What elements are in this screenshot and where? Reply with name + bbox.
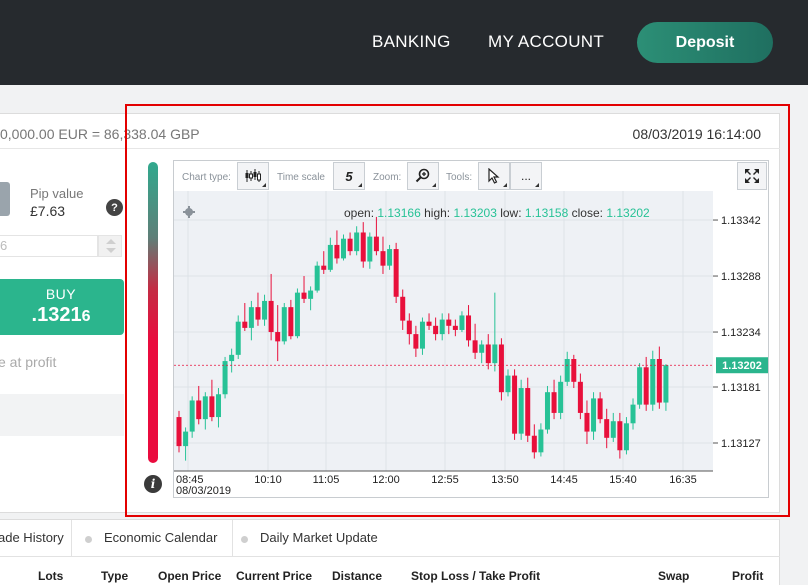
deposit-button[interactable]: Deposit	[637, 22, 773, 63]
buy-button[interactable]: BUY .13216	[0, 279, 124, 335]
pip-value: £7.63	[30, 203, 66, 219]
column-header-swap[interactable]: Swap	[658, 569, 689, 583]
tab-divider	[232, 520, 233, 556]
column-header-profit[interactable]: Profit	[732, 569, 763, 583]
buy-price: .13216	[31, 304, 91, 326]
order-options-bar[interactable]	[0, 394, 124, 436]
tab-dot-icon	[241, 536, 248, 543]
chart-highlight-frame	[125, 104, 790, 517]
amount-stepper[interactable]	[98, 235, 122, 257]
order-form: Pip value £7.63 ? 6 BUY .13216 e at prof…	[0, 149, 126, 514]
tab-divider	[71, 520, 72, 556]
tab-daily-market-update[interactable]: Daily Market Update	[260, 530, 378, 545]
tab-trade-history[interactable]: ade History	[0, 530, 64, 545]
tab-dot-icon	[85, 536, 92, 543]
buy-label: BUY	[45, 286, 77, 302]
column-header-lots[interactable]: Lots	[38, 569, 63, 583]
help-icon[interactable]: ?	[106, 199, 123, 216]
tabs-divider	[0, 556, 780, 557]
pip-value-label: Pip value	[30, 186, 84, 201]
amount-input[interactable]: 6	[0, 235, 98, 257]
positions-panel: ade History Economic Calendar Daily Mark…	[0, 519, 780, 585]
close-at-profit-label[interactable]: e at profit	[0, 354, 56, 370]
top-navigation-bar: BANKING MY ACCOUNT Deposit	[0, 0, 808, 85]
column-header-current-price[interactable]: Current Price	[236, 569, 312, 583]
column-header-open-price[interactable]: Open Price	[158, 569, 221, 583]
tab-economic-calendar[interactable]: Economic Calendar	[104, 530, 217, 545]
column-header-sl-tp[interactable]: Stop Loss / Take Profit	[411, 569, 540, 583]
column-header-distance[interactable]: Distance	[332, 569, 382, 583]
column-header-type[interactable]: Type	[101, 569, 128, 583]
nav-my-account-link[interactable]: MY ACCOUNT	[488, 32, 604, 52]
nav-banking-link[interactable]: BANKING	[372, 32, 451, 52]
lot-size-selector[interactable]	[0, 182, 10, 216]
